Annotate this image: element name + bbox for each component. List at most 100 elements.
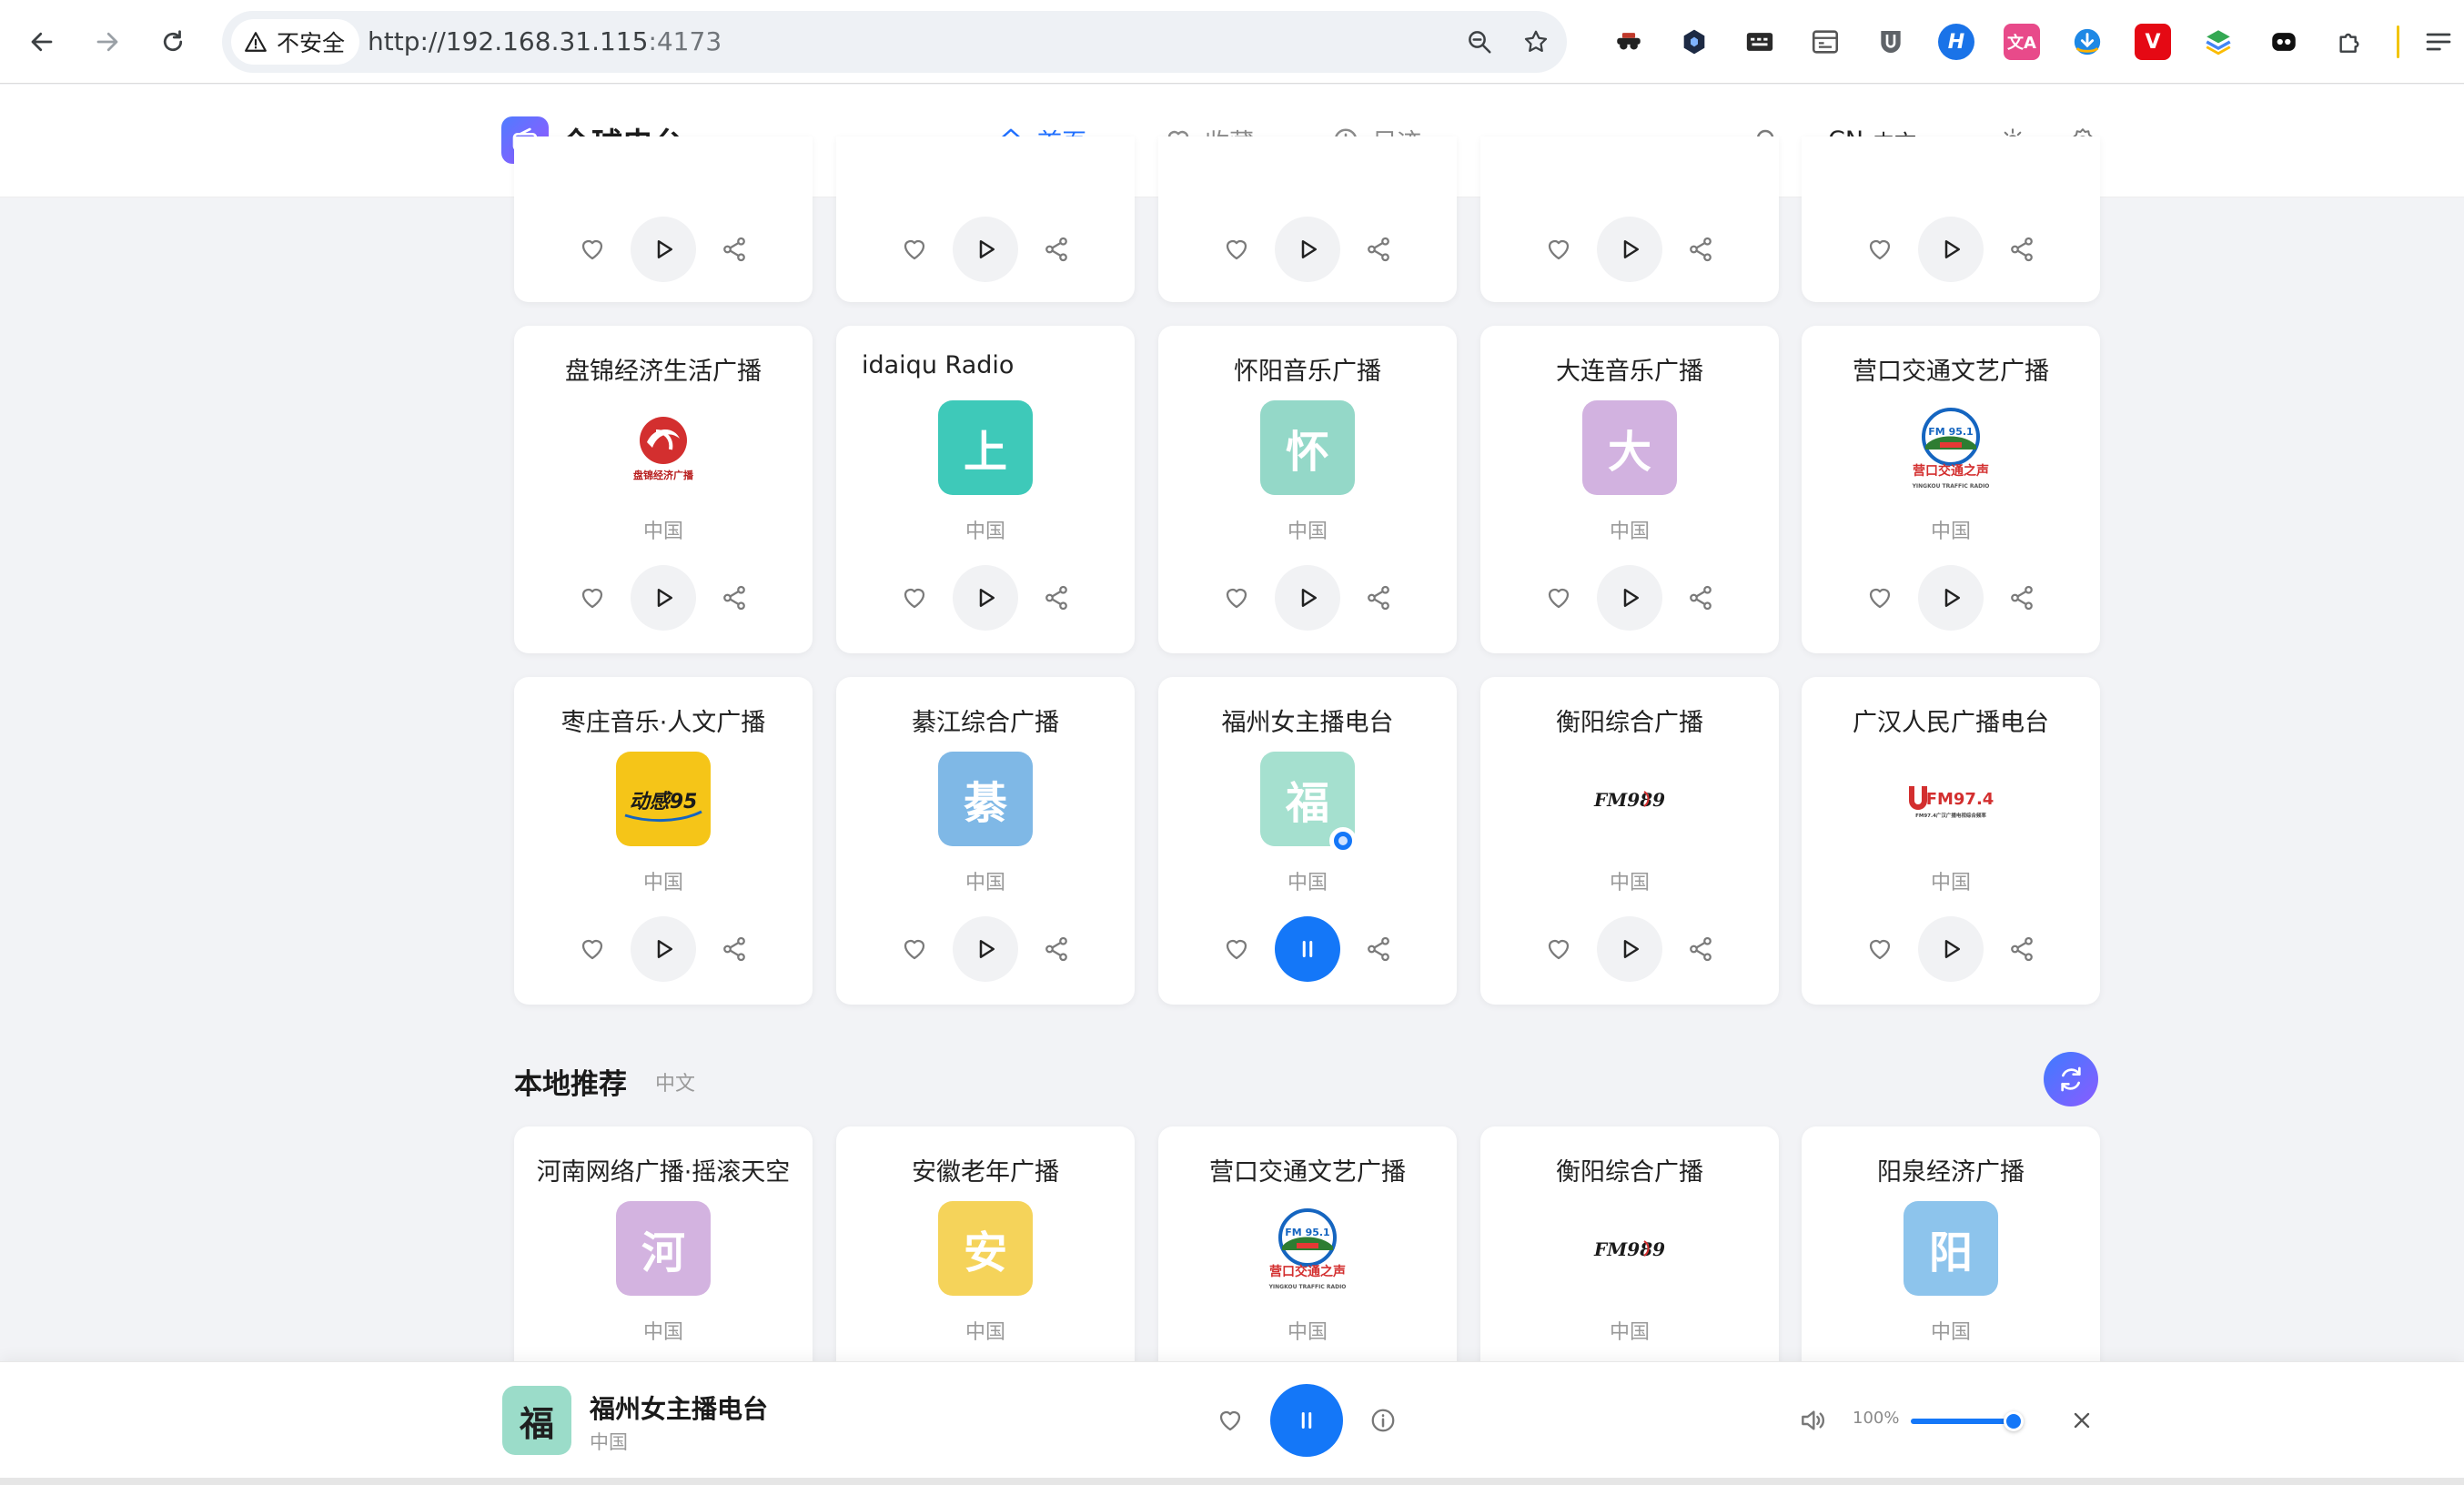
- forward-button[interactable]: [86, 20, 129, 64]
- play-button[interactable]: [631, 217, 696, 282]
- play-button[interactable]: [1597, 916, 1662, 982]
- player-like-button[interactable]: [1212, 1402, 1248, 1439]
- play-button[interactable]: [1275, 565, 1340, 631]
- favorite-button[interactable]: [576, 933, 609, 965]
- station-card[interactable]: [514, 136, 813, 302]
- favorite-button[interactable]: [576, 233, 609, 266]
- reload-button[interactable]: [151, 20, 195, 64]
- station-card[interactable]: 福州女主播电台福中国: [1158, 677, 1457, 1005]
- station-card[interactable]: [1802, 136, 2100, 302]
- station-logo[interactable]: 河: [616, 1201, 711, 1296]
- bookmark-button[interactable]: [1518, 24, 1554, 60]
- play-button[interactable]: [1275, 217, 1340, 282]
- favorite-button[interactable]: [898, 581, 931, 614]
- share-button[interactable]: [1684, 233, 1717, 266]
- play-button[interactable]: [631, 565, 696, 631]
- station-name[interactable]: 福州女主播电台: [1158, 702, 1457, 738]
- extension-v-icon[interactable]: V: [2135, 24, 2171, 60]
- share-button[interactable]: [1040, 933, 1073, 965]
- player-pause-button[interactable]: [1270, 1384, 1343, 1457]
- extension-shield-icon[interactable]: [1873, 24, 1909, 60]
- play-button[interactable]: [1918, 916, 1984, 982]
- station-card[interactable]: 盘锦经济生活广播 盘锦经济广播 中国: [514, 326, 813, 653]
- url-text[interactable]: http://192.168.31.115:4173: [368, 11, 722, 73]
- station-card[interactable]: 大连音乐广播大中国: [1480, 326, 1779, 653]
- play-button[interactable]: [953, 217, 1018, 282]
- volume-slider-knob[interactable]: [2004, 1411, 2024, 1431]
- station-name[interactable]: 綦江综合广播: [836, 702, 1135, 738]
- extension-layers-icon[interactable]: [2200, 24, 2237, 60]
- station-logo[interactable]: 安: [938, 1201, 1033, 1296]
- play-button[interactable]: [953, 565, 1018, 631]
- station-card[interactable]: [1158, 136, 1457, 302]
- station-card[interactable]: 阳泉经济广播阳中国: [1802, 1126, 2100, 1399]
- extension-window-icon[interactable]: [1807, 24, 1843, 60]
- share-button[interactable]: [1040, 581, 1073, 614]
- favorite-button[interactable]: [1863, 233, 1896, 266]
- volume-slider[interactable]: [1911, 1419, 2016, 1424]
- share-button[interactable]: [1684, 933, 1717, 965]
- extension-keyboard-icon[interactable]: [1742, 24, 1778, 60]
- favorite-button[interactable]: [1542, 581, 1575, 614]
- station-logo[interactable]: 盘锦经济广播: [616, 400, 711, 495]
- station-logo[interactable]: 怀: [1260, 400, 1355, 495]
- station-logo[interactable]: FM 95.1 营口交通之声 YINGKOU TRAFFIC RADIO: [1904, 400, 1998, 495]
- play-button[interactable]: [631, 916, 696, 982]
- address-bar[interactable]: 不安全 http://192.168.31.115:4173: [222, 11, 1567, 73]
- favorite-button[interactable]: [1220, 581, 1253, 614]
- extension-ghost-icon[interactable]: [2266, 24, 2302, 60]
- station-name[interactable]: 营口交通文艺广播: [1158, 1152, 1457, 1187]
- player-station-logo[interactable]: 福: [502, 1386, 571, 1455]
- station-logo[interactable]: FM 95.1 营口交通之声 YINGKOU TRAFFIC RADIO: [1260, 1201, 1355, 1296]
- station-name[interactable]: 衡阳综合广播: [1480, 1152, 1779, 1187]
- favorite-button[interactable]: [1863, 581, 1896, 614]
- volume-button[interactable]: [1794, 1402, 1831, 1439]
- station-logo[interactable]: 上: [938, 400, 1033, 495]
- station-card[interactable]: 安徽老年广播安中国: [836, 1126, 1135, 1399]
- player-close-button[interactable]: [2064, 1402, 2100, 1439]
- extension-hexagon-icon[interactable]: [1676, 24, 1712, 60]
- player-info-button[interactable]: [1365, 1402, 1401, 1439]
- share-button[interactable]: [2005, 233, 2038, 266]
- security-chip[interactable]: 不安全: [231, 19, 360, 65]
- station-card[interactable]: idaiqu Radio 上中国: [836, 326, 1135, 653]
- extension-incognito-icon[interactable]: [1611, 24, 1647, 60]
- station-logo[interactable]: 阳: [1904, 1201, 1998, 1296]
- station-card[interactable]: 营口交通文艺广播 FM 95.1 营口交通之声 YINGKOU TRAFFIC …: [1802, 326, 2100, 653]
- share-button[interactable]: [1362, 933, 1395, 965]
- share-button[interactable]: [718, 581, 751, 614]
- station-logo[interactable]: FM97.4 FM97.4广汉广播电视综合频率: [1904, 752, 1998, 846]
- share-button[interactable]: [718, 933, 751, 965]
- station-name[interactable]: 衡阳综合广播: [1480, 702, 1779, 738]
- share-button[interactable]: [718, 233, 751, 266]
- station-name[interactable]: 安徽老年广播: [836, 1152, 1135, 1187]
- station-card[interactable]: 营口交通文艺广播 FM 95.1 营口交通之声 YINGKOU TRAFFIC …: [1158, 1126, 1457, 1399]
- zoom-button[interactable]: [1461, 24, 1498, 60]
- extension-h-icon[interactable]: H: [1938, 24, 1974, 60]
- extension-download-icon[interactable]: [2069, 24, 2106, 60]
- station-name[interactable]: 广汉人民广播电台: [1802, 702, 2100, 738]
- station-name[interactable]: 营口交通文艺广播: [1802, 351, 2100, 387]
- player-station-name[interactable]: 福州女主播电台: [590, 1389, 768, 1426]
- station-logo[interactable]: 綦: [938, 752, 1033, 846]
- share-button[interactable]: [2005, 581, 2038, 614]
- favorite-button[interactable]: [1220, 933, 1253, 965]
- station-name[interactable]: 河南网络广播·摇滚天空: [514, 1152, 813, 1187]
- station-card[interactable]: 怀阳音乐广播怀中国: [1158, 326, 1457, 653]
- extensions-puzzle-icon[interactable]: [2331, 24, 2368, 60]
- play-button[interactable]: [953, 916, 1018, 982]
- share-button[interactable]: [1040, 233, 1073, 266]
- station-card[interactable]: 广汉人民广播电台 FM97.4 FM97.4广汉广播电视综合频率 中国: [1802, 677, 2100, 1005]
- favorite-button[interactable]: [576, 581, 609, 614]
- station-card[interactable]: 衡阳综合广播 FM989 中国: [1480, 1126, 1779, 1399]
- station-name[interactable]: idaiqu Radio: [862, 351, 1160, 379]
- favorite-button[interactable]: [1542, 933, 1575, 965]
- reading-list-icon[interactable]: [2420, 24, 2457, 60]
- station-card[interactable]: 河南网络广播·摇滚天空河中国: [514, 1126, 813, 1399]
- favorite-button[interactable]: [898, 933, 931, 965]
- favorite-button[interactable]: [1220, 233, 1253, 266]
- station-card[interactable]: [836, 136, 1135, 302]
- back-button[interactable]: [20, 20, 64, 64]
- station-logo[interactable]: FM989: [1582, 752, 1677, 846]
- share-button[interactable]: [2005, 933, 2038, 965]
